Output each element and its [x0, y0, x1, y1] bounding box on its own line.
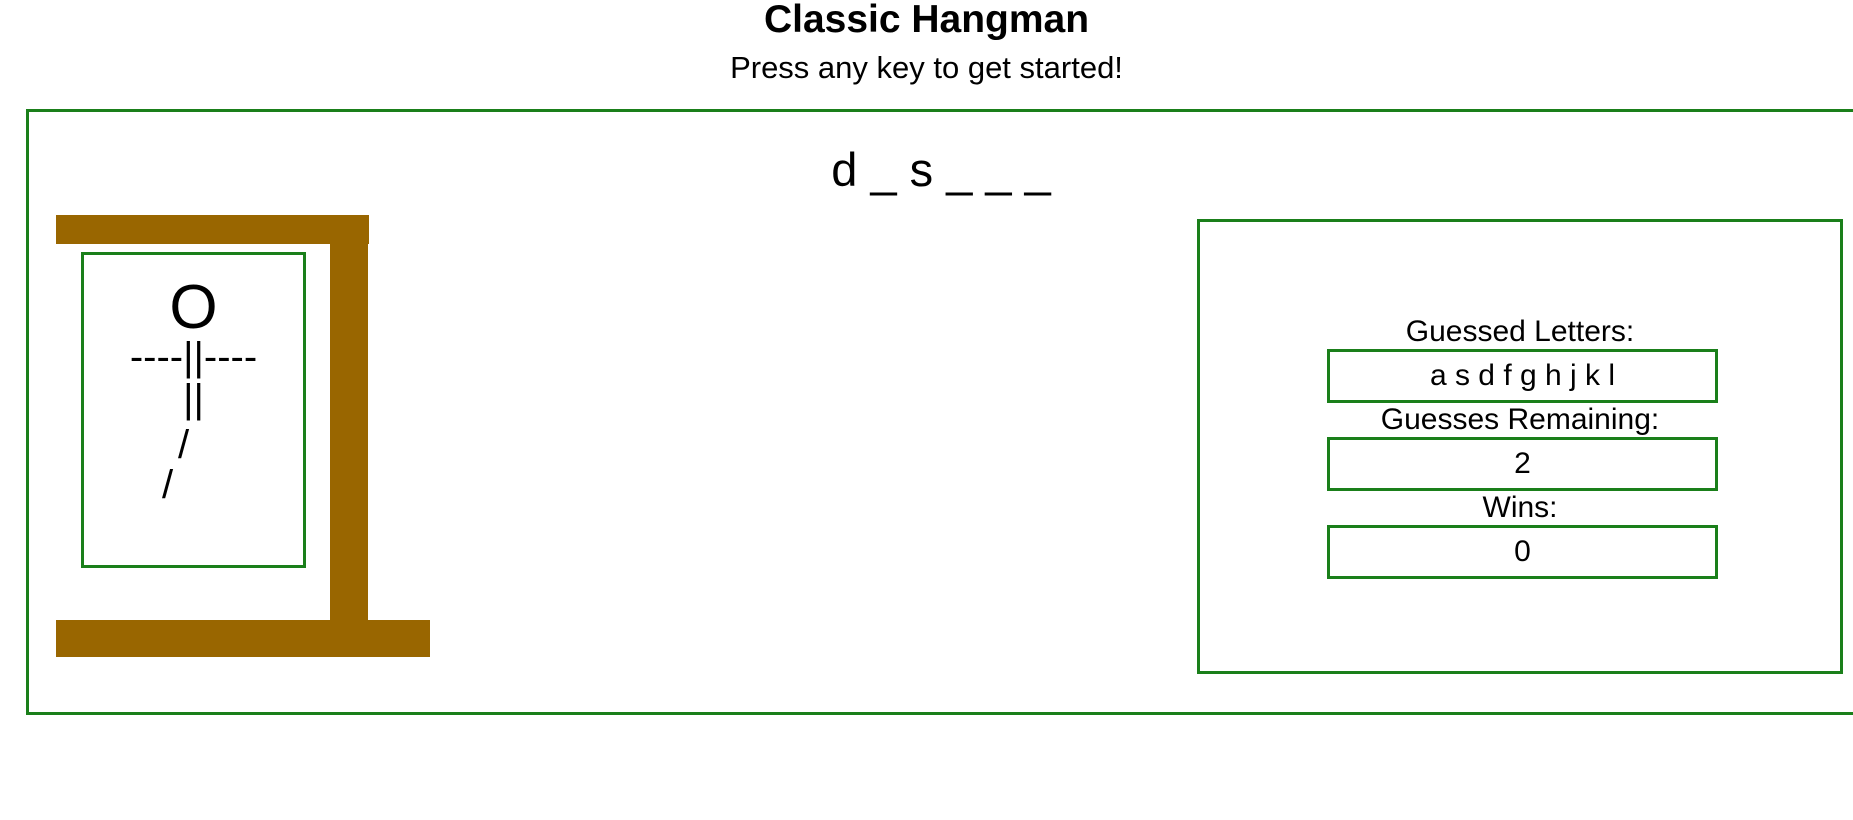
- hangman-page: Classic Hangman Press any key to get sta…: [0, 0, 1853, 820]
- figure-head: O: [169, 273, 218, 342]
- figure-body: ||: [183, 377, 204, 421]
- page-subtitle: Press any key to get started!: [730, 50, 1123, 85]
- guesses-remaining-label: Guesses Remaining:: [1380, 403, 1660, 436]
- stats-panel: Guessed Letters: a s d f g h j k l Guess…: [1197, 219, 1843, 674]
- gallows-top-beam: [56, 215, 369, 244]
- wins-label: Wins:: [1482, 491, 1558, 524]
- page-title: Classic Hangman: [763, 0, 1090, 41]
- hangman-figure-box: O ----||---- || / /: [81, 252, 306, 568]
- figure-leg-lower: /: [161, 463, 174, 507]
- word-display: d _ s _ _ _: [831, 143, 1051, 196]
- guessed-letters-value: a s d f g h j k l: [1327, 349, 1718, 403]
- figure-arms: ----||----: [129, 335, 258, 379]
- gallows-post: [330, 215, 368, 635]
- guessed-letters-label: Guessed Letters:: [1405, 315, 1635, 348]
- gallows-base: [56, 620, 430, 657]
- game-container: d _ s _ _ _ O ----||---- || / / Guessed …: [26, 109, 1853, 715]
- wins-value: 0: [1327, 525, 1718, 579]
- guesses-remaining-value: 2: [1327, 437, 1718, 491]
- figure-leg-upper: /: [177, 423, 190, 467]
